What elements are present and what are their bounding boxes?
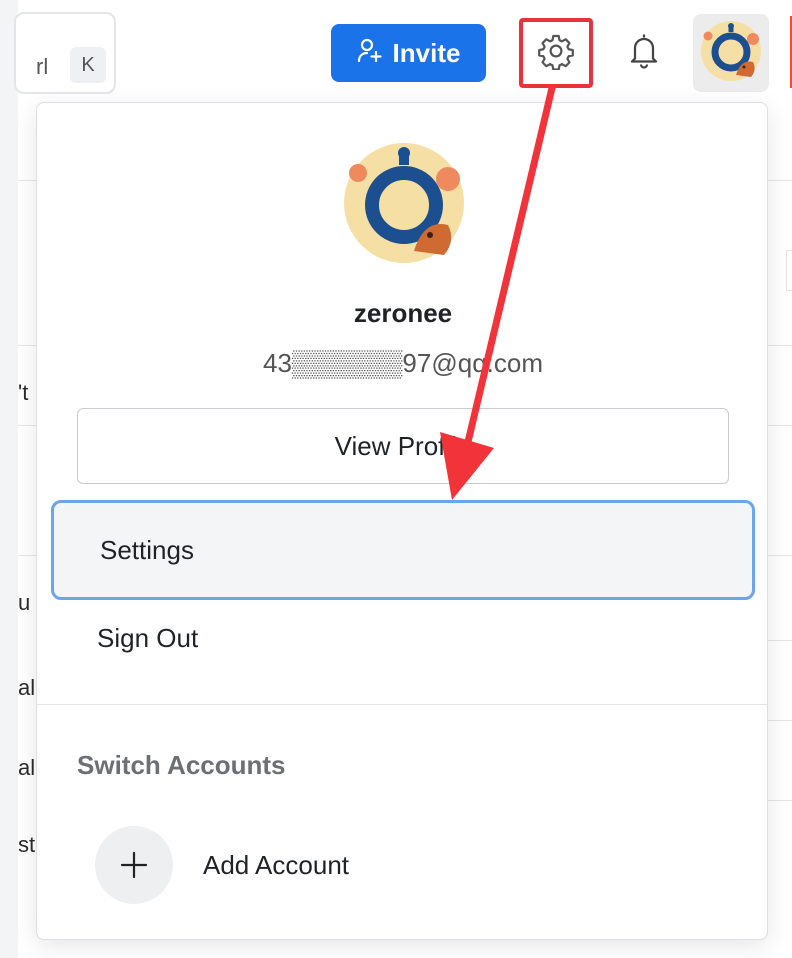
menu-item-sign-out[interactable]: Sign Out (51, 603, 755, 673)
search-shortcut-key: K (70, 47, 106, 83)
notifications-button[interactable] (622, 30, 666, 76)
profile-username: zeronee (353, 298, 453, 328)
divider (768, 425, 792, 426)
divider (768, 345, 792, 346)
plus-icon (95, 826, 173, 904)
avatar (701, 20, 761, 86)
profile-avatar (344, 143, 464, 263)
search-shortcut-fragment: rl (36, 54, 49, 79)
view-profile-button[interactable]: View Profile (77, 408, 729, 484)
add-account-button[interactable]: Add Account (95, 825, 715, 905)
divider (768, 720, 792, 721)
add-account-label: Add Account (203, 849, 349, 880)
menu-item-settings[interactable]: Settings (51, 500, 755, 600)
divider (786, 290, 792, 291)
row-fragment: st (18, 832, 36, 857)
divider (18, 345, 38, 346)
left-panel-edge (0, 0, 18, 958)
settings-gear-button[interactable] (519, 18, 593, 88)
profile-dropdown: zeronee 43▒▒▒▒▒▒97@qq.com View Profile S… (36, 102, 768, 940)
divider (768, 180, 792, 181)
menu-item-label: Sign Out (97, 622, 199, 653)
add-user-icon (357, 37, 383, 70)
invite-label: Invite (392, 37, 461, 68)
gear-icon (537, 32, 575, 75)
switch-accounts-heading: Switch Accounts (77, 750, 286, 780)
divider (18, 555, 38, 556)
row-fragment: al (18, 755, 36, 780)
divider (37, 704, 767, 705)
divider (786, 250, 792, 251)
row-fragment: 't (18, 380, 29, 405)
row-fragment: al (18, 675, 36, 700)
divider (768, 800, 792, 801)
divider (768, 640, 792, 641)
invite-button[interactable]: Invite (331, 24, 486, 82)
profile-email: 43▒▒▒▒▒▒97@qq.com (262, 348, 544, 378)
menu-item-label: Settings (100, 534, 194, 565)
divider (18, 425, 38, 426)
divider (786, 250, 787, 290)
bell-icon (626, 31, 662, 76)
row-fragment: u (18, 590, 31, 615)
avatar-button[interactable] (693, 14, 769, 92)
divider (768, 555, 792, 556)
divider (18, 180, 38, 181)
search-box[interactable]: rl K (14, 12, 116, 94)
